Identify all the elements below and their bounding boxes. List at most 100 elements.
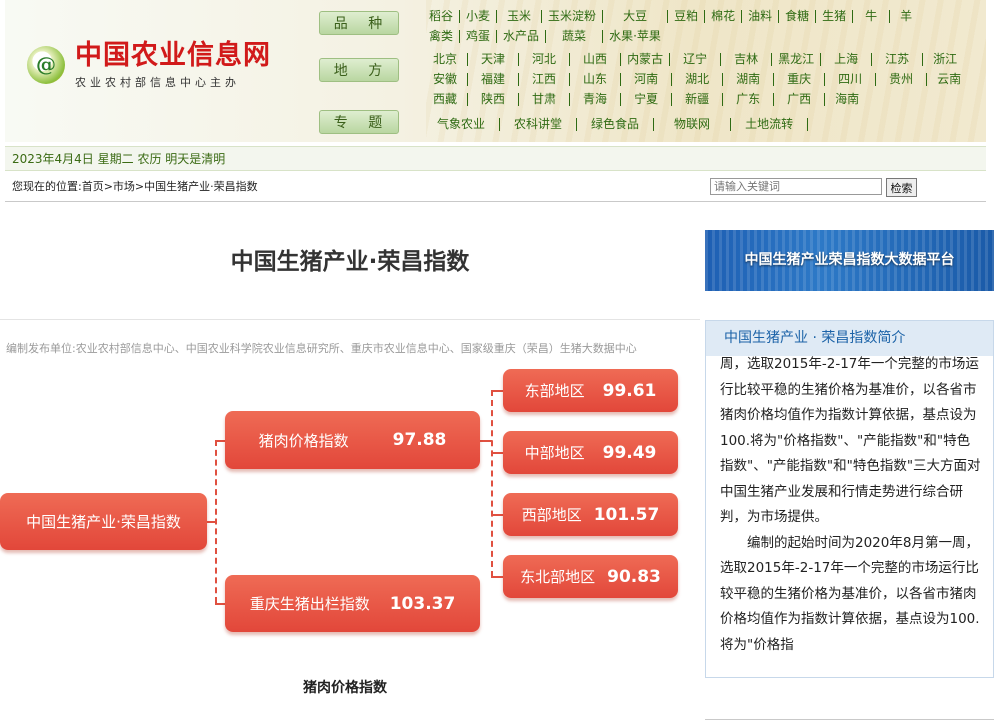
root-index-node[interactable]: 中国生猪产业·荣昌指数 — [0, 493, 207, 550]
region-link[interactable]: 内蒙古 — [621, 53, 671, 66]
variety-link[interactable]: 棉花 — [705, 10, 743, 23]
search-button[interactable]: 检索 — [886, 178, 917, 197]
connector-chongqing — [215, 603, 225, 605]
region-link[interactable]: 甘肃 — [519, 93, 571, 106]
variety-link[interactable]: 玉米 — [497, 10, 543, 23]
region-link[interactable]: 海南 — [825, 93, 869, 106]
site-logo[interactable]: @ 中国农业信息网 农业农村部信息中心主办 — [27, 40, 271, 90]
region-link[interactable]: 辽宁 — [670, 53, 722, 66]
region-link[interactable]: 西藏 — [423, 93, 469, 106]
variety-link[interactable]: 食糖 — [779, 10, 817, 23]
banner-text: 中国生猪产业荣昌指数大数据平台 — [744, 252, 955, 268]
connector-west — [491, 514, 503, 516]
variety-link[interactable]: 生猪 — [816, 10, 854, 23]
date-bar: 2023年4月4日 星期二 农历 明天是清明 — [5, 146, 986, 171]
site-subtitle: 农业农村部信息中心主办 — [75, 76, 240, 89]
variety-link[interactable]: 鸡蛋 — [460, 30, 498, 43]
search-input[interactable] — [710, 178, 882, 195]
intro-scroll-text[interactable]: 周，选取2015年-2-17年一个完整的市场运行比较平稳的生猪价格为基准价，以各… — [706, 352, 993, 658]
topic-link[interactable]: 气象农业 — [423, 118, 501, 131]
region-name: 东北部地区 — [520, 568, 596, 586]
variety-link[interactable]: 水产品 — [497, 30, 547, 43]
variety-link[interactable]: 蔬菜 — [546, 30, 604, 43]
region-link[interactable]: 新疆 — [672, 93, 724, 106]
connector-region-trunk — [491, 390, 493, 577]
region-link[interactable]: 广西 — [774, 93, 826, 106]
central-region-node[interactable]: 中部地区 99.49 — [503, 431, 678, 474]
region-value: 99.61 — [602, 380, 657, 401]
region-link[interactable]: 福建 — [468, 73, 520, 86]
east-region-node[interactable]: 东部地区 99.61 — [503, 369, 678, 412]
variety-link[interactable]: 禽类 — [423, 30, 461, 43]
region-link[interactable]: 黑龙江 — [772, 53, 822, 66]
region-link[interactable]: 河北 — [519, 53, 571, 66]
region-link[interactable]: 河南 — [621, 73, 673, 86]
region-name: 中部地区 — [524, 444, 585, 462]
region-link[interactable]: 青海 — [570, 93, 622, 106]
variety-links-row-2: 禽类 鸡蛋 水产品 蔬菜 水果·苹果 — [423, 27, 667, 43]
category-button-regions[interactable]: 地 方 — [319, 58, 399, 82]
variety-link[interactable]: 小麦 — [460, 10, 498, 23]
region-link[interactable]: 江西 — [519, 73, 571, 86]
variety-link[interactable]: 牛 — [853, 10, 891, 23]
page-title: 中国生猪产业·荣昌指数 — [230, 249, 470, 275]
region-link[interactable]: 上海 — [821, 53, 873, 66]
category-button-varieties[interactable]: 品 种 — [319, 11, 399, 35]
chongqing-index-value: 103.37 — [389, 593, 456, 614]
variety-link[interactable]: 玉米淀粉 — [542, 10, 604, 23]
region-link[interactable]: 贵州 — [876, 73, 928, 86]
variety-link[interactable]: 羊 — [890, 10, 922, 23]
region-link[interactable]: 江苏 — [872, 53, 924, 66]
connector-pork — [215, 440, 225, 442]
topic-link[interactable]: 物联网 — [654, 118, 732, 131]
ai-logo-icon: @ — [27, 46, 65, 84]
region-link[interactable]: 安徽 — [423, 73, 469, 86]
variety-link[interactable]: 油料 — [742, 10, 780, 23]
region-links-row-2: 安徽 福建 江西 山东 河南 湖北 湖南 重庆 四川 贵州 云南 — [423, 70, 971, 86]
region-links-row-1: 北京 天津 河北 山西 内蒙古 辽宁 吉林 黑龙江 上海 江苏 浙江 — [423, 50, 967, 66]
region-link[interactable]: 浙江 — [923, 53, 967, 66]
region-link[interactable]: 宁夏 — [621, 93, 673, 106]
pork-price-index-name: 猪肉价格指数 — [258, 431, 349, 450]
topic-link[interactable]: 农科讲堂 — [500, 118, 578, 131]
variety-link[interactable]: 水果·苹果 — [603, 30, 667, 43]
region-value: 99.49 — [602, 442, 657, 463]
region-link[interactable]: 陕西 — [468, 93, 520, 106]
region-link[interactable]: 吉林 — [721, 53, 773, 66]
pork-price-index-node[interactable]: 猪肉价格指数 97.88 — [225, 411, 480, 469]
chart-caption: 猪肉价格指数 — [303, 680, 387, 696]
big-data-platform-banner[interactable]: 中国生猪产业荣昌指数大数据平台 — [705, 230, 994, 291]
intro-paragraph: 周，选取2015年-2-17年一个完整的市场运行比较平稳的生猪价格为基准价，以各… — [720, 356, 981, 525]
region-link[interactable]: 四川 — [825, 73, 877, 86]
topic-link[interactable]: 绿色食品 — [577, 118, 655, 131]
variety-link[interactable]: 豆粕 — [668, 10, 706, 23]
connector-east — [491, 390, 503, 392]
breadcrumb[interactable]: 您现在的位置:首页>市场>中国生猪产业·荣昌指数 — [12, 180, 258, 193]
topic-link[interactable]: 土地流转 — [731, 118, 809, 131]
region-link[interactable]: 山东 — [570, 73, 622, 86]
compiler-info: 编制发布单位:农业农村部信息中心、中国农业科学院农业信息研究所、重庆市农业信息中… — [6, 342, 637, 355]
pork-price-index-value: 97.88 — [392, 430, 447, 450]
variety-link[interactable]: 大豆 — [603, 10, 669, 23]
west-region-node[interactable]: 西部地区 101.57 — [503, 493, 678, 536]
region-link[interactable]: 天津 — [468, 53, 520, 66]
region-link[interactable]: 重庆 — [774, 73, 826, 86]
root-index-name: 中国生猪产业·荣昌指数 — [26, 513, 181, 531]
connector-trunk — [215, 440, 217, 603]
panel-bottom-rule — [705, 719, 994, 720]
topic-links: 气象农业 农科讲堂 绿色食品 物联网 土地流转 — [423, 115, 809, 131]
location-bar: 您现在的位置:首页>市场>中国生猪产业·荣昌指数 检索 — [5, 172, 986, 202]
region-link[interactable]: 山西 — [570, 53, 622, 66]
intro-paragraph: 编制的起始时间为2020年8月第一周，选取2015年-2-17年一个完整的市场运… — [720, 534, 980, 653]
region-value: 90.83 — [607, 566, 661, 587]
region-link[interactable]: 广东 — [723, 93, 775, 106]
category-button-topics[interactable]: 专 题 — [319, 110, 399, 134]
variety-link[interactable]: 稻谷 — [423, 10, 461, 23]
region-link[interactable]: 云南 — [927, 73, 971, 86]
region-link[interactable]: 湖北 — [672, 73, 724, 86]
northeast-region-node[interactable]: 东北部地区 90.83 — [503, 555, 678, 598]
chongqing-slaughter-index-node[interactable]: 重庆生猪出栏指数 103.37 — [225, 575, 480, 632]
region-name: 西部地区 — [521, 506, 582, 524]
region-link[interactable]: 北京 — [423, 53, 469, 66]
region-link[interactable]: 湖南 — [723, 73, 775, 86]
